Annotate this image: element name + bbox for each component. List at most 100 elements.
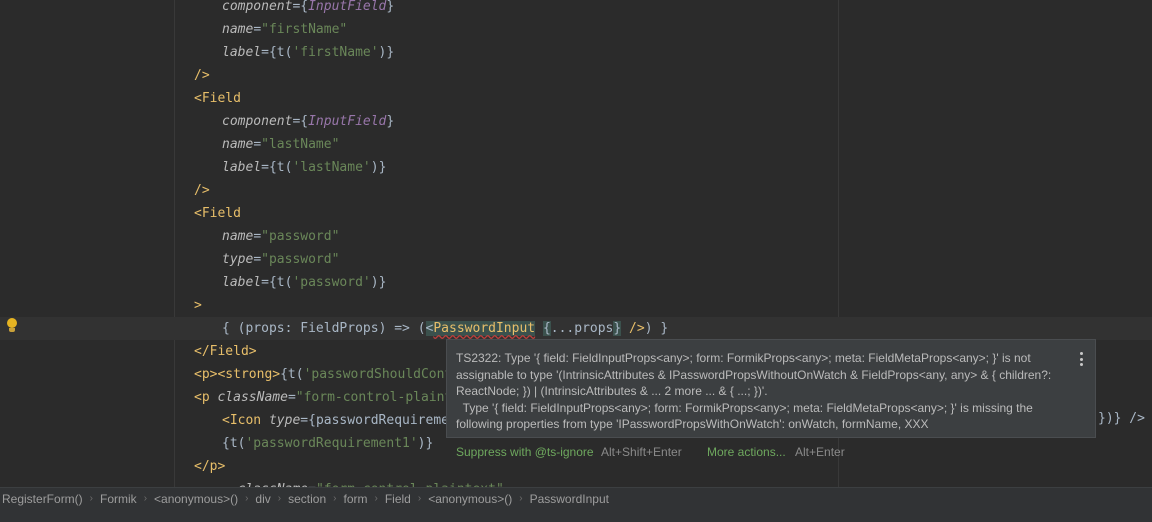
code-token: type: [222, 252, 254, 267]
code-line: <Field: [0, 202, 1152, 225]
code-token: <p: [194, 390, 218, 405]
more-actions-shortcut: Alt+Enter: [795, 445, 845, 459]
suppress-ts-ignore-link[interactable]: Suppress with @ts-ignore: [456, 438, 594, 467]
error-tooltip: TS2322: Type '{ field: FieldInputProps<a…: [446, 339, 1096, 438]
code-line-text: {t('passwordRequirement1')}: [222, 432, 433, 455]
code-token: component: [222, 114, 293, 129]
code-line: name="firstName": [0, 18, 1152, 41]
code-line-text: <p><strong>{t('passwordShouldContain: [194, 363, 476, 386]
code-line-text: name="password": [222, 225, 339, 248]
code-line-text: className="form-control-plaintext": [222, 478, 504, 487]
code-token: FieldProps: [300, 321, 379, 336]
code-line: name="password": [0, 225, 1152, 248]
code-line: type="password": [0, 248, 1152, 271]
code-token: label: [222, 45, 262, 60]
code-line: label={t('lastName')}: [0, 156, 1152, 179]
code-line-text: { (props: FieldProps) => (<PasswordInput…: [222, 317, 668, 340]
breadcrumb-item[interactable]: Formik: [100, 488, 137, 510]
code-token: =: [253, 22, 262, 37]
code-token: 'firstName': [292, 45, 379, 60]
code-line-text: name="lastName": [222, 133, 339, 156]
code-token: props: [245, 321, 285, 336]
code-token: t(: [276, 160, 293, 175]
code-token: {: [222, 436, 230, 451]
more-actions-link[interactable]: More actions...: [707, 438, 786, 467]
code-token: ...: [550, 321, 575, 336]
breadcrumb-item[interactable]: PasswordInput: [530, 488, 609, 510]
code-line: />: [0, 64, 1152, 87]
code-token: }: [386, 45, 395, 60]
code-token: t(: [229, 436, 246, 451]
breadcrumb-item[interactable]: div: [255, 488, 270, 510]
code-line: component={InputField}: [0, 110, 1152, 133]
code-token: </Field>: [194, 344, 257, 359]
code-token: <Icon: [222, 413, 269, 428]
code-line-text: label={t('password')}: [222, 271, 386, 294]
suppress-shortcut: Alt+Shift+Enter: [601, 445, 682, 459]
lightbulb-icon[interactable]: [6, 318, 18, 334]
chevron-right-icon: ›: [519, 493, 523, 504]
code-line-text: </Field>: [194, 340, 257, 363]
code-token: ={: [292, 114, 309, 129]
code-line-text: />: [194, 179, 210, 202]
code-token: "password": [261, 252, 340, 267]
code-token: name: [222, 229, 254, 244]
code-token: =>: [386, 321, 418, 336]
code-token: ={: [292, 0, 309, 14]
code-line-text: component={InputField}: [222, 110, 394, 133]
code-line: <Field: [0, 87, 1152, 110]
code-line-text: component={InputField}: [222, 0, 394, 18]
quick-actions-bar: Suppress with @ts-ignore Alt+Shift+Enter…: [446, 438, 1096, 467]
chevron-right-icon: ›: [89, 493, 94, 504]
breadcrumb-item[interactable]: <anonymous>(): [428, 488, 512, 510]
code-tail-text: })} />: [1098, 411, 1145, 426]
code-token: PasswordInput: [433, 321, 536, 336]
code-token: }: [386, 0, 395, 14]
breadcrumb: RegisterForm() › Formik › <anonymous>() › div ›…: [0, 487, 1152, 522]
code-token: }: [378, 160, 387, 175]
code-token: <Field: [194, 206, 241, 221]
code-token: "firstName": [261, 22, 348, 37]
code-token: ={: [261, 45, 277, 60]
code-token: :: [284, 321, 301, 336]
breadcrumb-item[interactable]: section: [288, 488, 326, 510]
breadcrumb-row: RegisterForm() › Formik › <anonymous>() › div ›…: [2, 488, 609, 510]
code-line-text: name="firstName": [222, 18, 347, 41]
more-vertical-icon[interactable]: [1080, 352, 1083, 366]
code-token: {: [222, 321, 238, 336]
code-token: t(: [276, 45, 293, 60]
chevron-right-icon: ›: [417, 493, 422, 504]
code-token: component: [222, 0, 293, 14]
code-token: {: [542, 321, 551, 336]
code-token: 'password': [292, 275, 371, 290]
code-token: />: [194, 183, 210, 198]
breadcrumb-item[interactable]: <anonymous>(): [154, 488, 238, 510]
code-token: t(: [276, 275, 293, 290]
code-token: </p>: [194, 459, 226, 474]
breadcrumb-item[interactable]: RegisterForm(): [2, 488, 83, 510]
code-token: <p><strong>: [194, 367, 281, 382]
code-token: ): [417, 436, 426, 451]
code-line-text: <Field: [194, 202, 241, 225]
code-token: ): [370, 160, 379, 175]
code-token: ={: [261, 160, 277, 175]
breadcrumb-item[interactable]: Field: [385, 488, 411, 510]
code-line-text: </p>: [194, 455, 225, 478]
code-token: type: [268, 413, 301, 428]
code-token: }: [425, 436, 434, 451]
code-token: (: [417, 321, 426, 336]
code-line: { (props: FieldProps) => (<PasswordInput…: [0, 317, 1152, 340]
code-line-text: label={t('lastName')}: [222, 156, 386, 179]
code-token: label: [222, 160, 262, 175]
code-line: label={t('password')}: [0, 271, 1152, 294]
code-token: props: [574, 321, 614, 336]
code-token: ): [370, 275, 379, 290]
code-line: component={InputField}: [0, 0, 1152, 18]
code-token: =: [287, 390, 296, 405]
code-line-text: <Field: [194, 87, 241, 110]
code-line-tail: })} />: [1096, 407, 1152, 430]
breadcrumb-item[interactable]: form: [343, 488, 367, 510]
code-token: "password": [261, 229, 340, 244]
code-token: t(: [287, 367, 304, 382]
code-token: 'passwordRequirement1': [245, 436, 418, 451]
